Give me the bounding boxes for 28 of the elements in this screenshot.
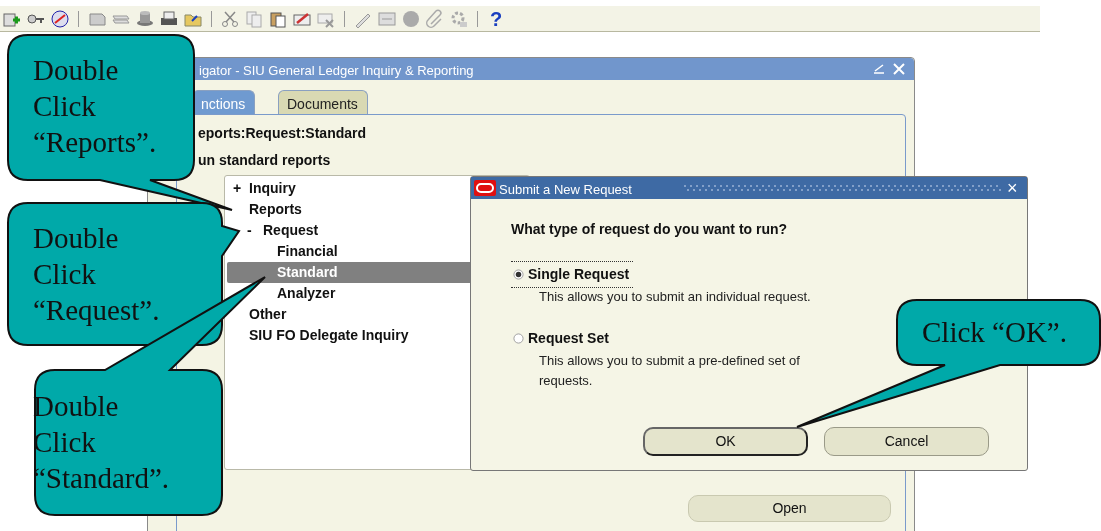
- dialog-button[interactable]: Cancel: [824, 427, 989, 456]
- window-title: igator - SIU General Ledger Inquiry & Reporting: [199, 62, 474, 80]
- dialog-button[interactable]: OK: [643, 427, 808, 456]
- copy-icon[interactable]: [244, 8, 264, 29]
- close-icon[interactable]: [893, 63, 905, 75]
- callout-text: Double Click “Request”.: [33, 221, 160, 328]
- option-description: This allows you to submit an individual request.: [539, 288, 812, 306]
- callout-text: Double Click “Reports”.: [33, 53, 157, 160]
- close-button[interactable]: ×: [1007, 177, 1018, 199]
- radio-option[interactable]: Single Request: [511, 261, 634, 288]
- tab[interactable]: Documents: [278, 90, 368, 114]
- dialog-title: Submit a New Request: [499, 181, 632, 199]
- globe-icon[interactable]: [401, 8, 421, 29]
- radio-label: Single Request: [528, 265, 630, 284]
- radio-label: Request Set: [528, 329, 609, 348]
- radio-option[interactable]: Request Set: [511, 325, 613, 352]
- minimize-icon[interactable]: [873, 63, 885, 75]
- dialog-question: What type of request do you want to run?: [511, 220, 788, 239]
- function-description: un standard reports: [198, 151, 331, 170]
- paperclip-icon[interactable]: [425, 8, 445, 29]
- breadcrumb: eports:Request:Standard: [198, 124, 367, 143]
- callout-text: Click “OK”.: [922, 315, 1067, 350]
- option-description: This allows you to submit a pre-defined set of requests.: [539, 352, 801, 390]
- open-button[interactable]: Open: [688, 495, 891, 522]
- radio-button[interactable]: [513, 333, 524, 344]
- help-button[interactable]: ?: [490, 8, 503, 29]
- radio-button[interactable]: [513, 269, 524, 280]
- oval-logo-icon: [474, 180, 496, 196]
